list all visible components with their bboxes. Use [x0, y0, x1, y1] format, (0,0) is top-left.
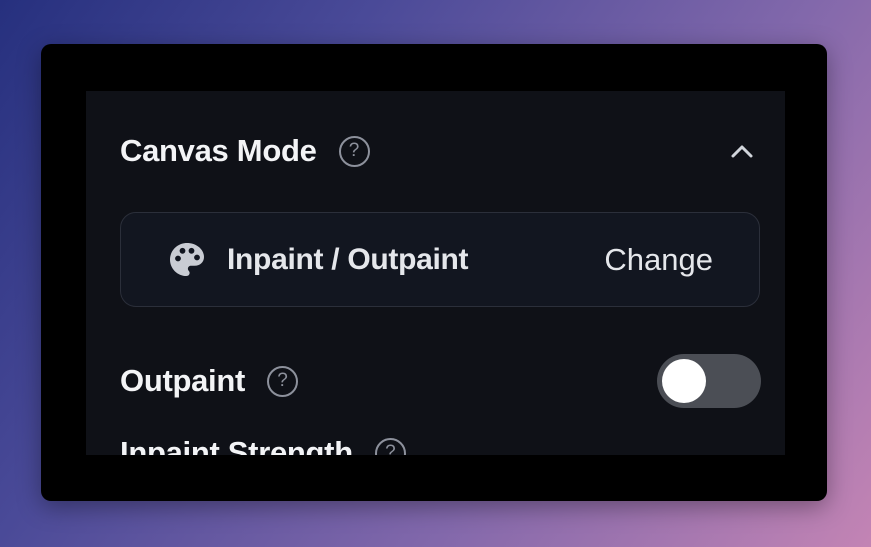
canvas-mode-header[interactable]: Canvas Mode ?	[120, 129, 761, 173]
change-mode-button[interactable]: Change	[604, 242, 713, 278]
settings-panel: Canvas Mode ? Inpaint / Outpaint Change …	[86, 91, 785, 455]
canvas-mode-card[interactable]: Inpaint / Outpaint Change	[120, 212, 760, 307]
help-icon[interactable]: ?	[338, 135, 370, 167]
chevron-up-icon-graphic	[731, 145, 753, 158]
canvas-mode-title: Canvas Mode	[120, 133, 317, 168]
app-window: Canvas Mode ? Inpaint / Outpaint Change …	[41, 44, 827, 501]
help-icon[interactable]: ?	[374, 437, 406, 455]
chevron-up-icon[interactable]	[729, 138, 755, 164]
inpaint-strength-label: Inpaint Strength	[120, 435, 353, 455]
outpaint-row: Outpaint ?	[120, 353, 761, 409]
palette-icon	[170, 242, 204, 276]
inpaint-strength-row: Inpaint Strength ?	[120, 431, 406, 455]
toggle-knob	[662, 359, 706, 403]
canvas-mode-label: Inpaint / Outpaint	[227, 242, 469, 276]
outpaint-toggle[interactable]	[657, 354, 761, 408]
help-icon[interactable]: ?	[267, 365, 299, 397]
outpaint-label: Outpaint	[120, 363, 246, 398]
